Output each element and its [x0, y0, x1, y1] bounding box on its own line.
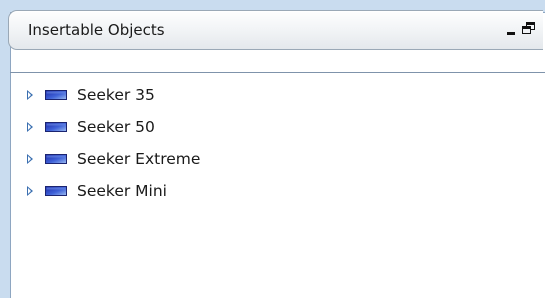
tree-item-label: Seeker 35: [77, 86, 155, 104]
expand-arrow-icon[interactable]: [27, 154, 33, 164]
tree-item-label: Seeker Extreme: [77, 150, 201, 168]
expand-arrow-icon[interactable]: [27, 186, 33, 196]
expand-arrow-icon[interactable]: [27, 122, 33, 132]
seeker-object-icon: [45, 90, 67, 100]
tree-item-seeker-mini[interactable]: Seeker Mini: [11, 176, 531, 208]
tree-item-seeker-50[interactable]: Seeker 50: [11, 112, 531, 144]
titlebar-divider: [10, 72, 545, 73]
objects-tree: Seeker 35 Seeker 50 Seeker Extreme Seeke…: [11, 80, 531, 208]
restore-icon-front: [522, 26, 531, 34]
minimize-icon[interactable]: [505, 22, 519, 36]
tree-item-seeker-35[interactable]: Seeker 35: [11, 80, 531, 112]
tree-item-seeker-extreme[interactable]: Seeker Extreme: [11, 144, 531, 176]
seeker-object-icon: [45, 122, 67, 132]
tree-item-label: Seeker 50: [77, 118, 155, 136]
seeker-object-icon: [45, 186, 67, 196]
tree-item-label: Seeker Mini: [77, 182, 167, 200]
restore-icon[interactable]: [522, 22, 536, 36]
seeker-object-icon: [45, 154, 67, 164]
panel-title: Insertable Objects: [28, 21, 165, 39]
panel-titlebar[interactable]: Insertable Objects: [8, 10, 543, 50]
expand-arrow-icon[interactable]: [27, 90, 33, 100]
